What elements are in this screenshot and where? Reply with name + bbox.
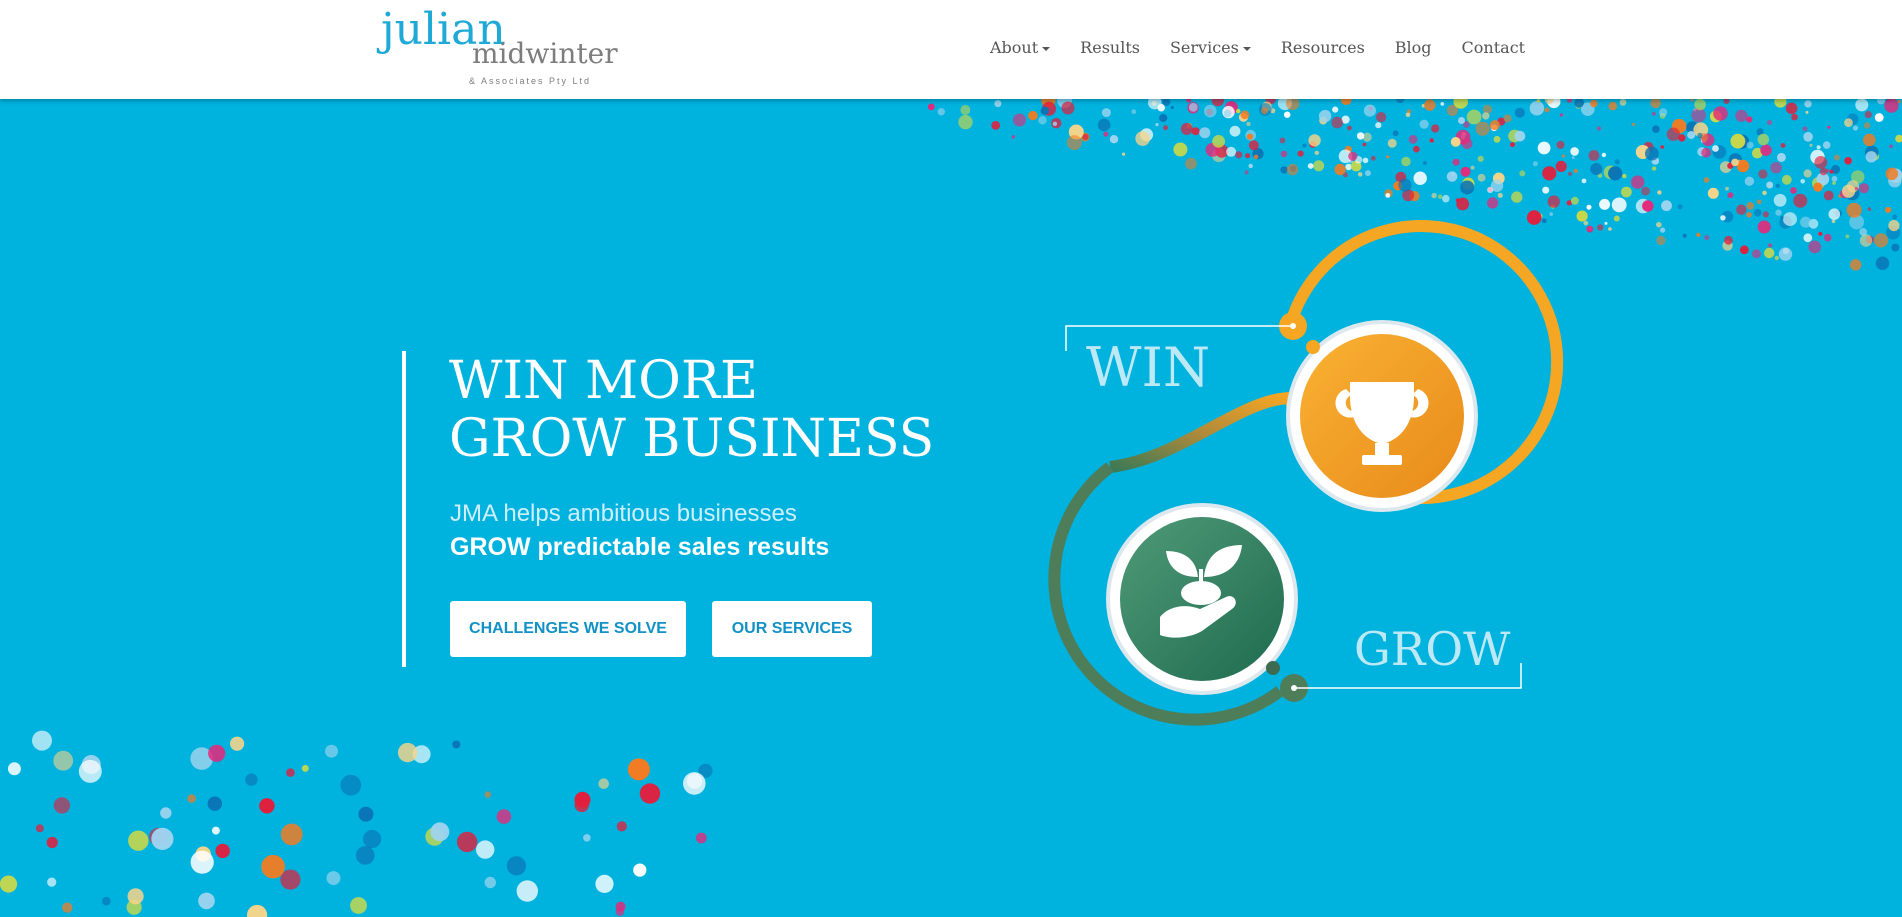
win-grow-graphic: WIN GROW [1048,220,1564,726]
win-label: WIN [1086,336,1210,399]
nav-services-label: Services [1169,38,1239,57]
nav-blog[interactable]: Blog [1395,38,1432,57]
nav-about[interactable]: About [990,38,1051,57]
hero-section: WIN MORE GROW BUSINESS JMA helps ambitio… [0,99,1902,917]
top-navbar: julian midwinter & Associates Pty Ltd Ab… [0,0,1902,99]
main-nav: About Results Services Resources Blog Co… [990,38,1555,57]
chevron-down-icon [1242,46,1251,51]
logo-tagline: & Associates Pty Ltd [469,76,592,86]
nav-about-label: About [990,38,1039,57]
nav-resources[interactable]: Resources [1281,38,1365,57]
nav-results[interactable]: Results [1080,38,1140,57]
logo-line2: midwinter [472,37,618,70]
chevron-down-icon [1042,46,1051,51]
nav-contact[interactable]: Contact [1462,38,1526,57]
site-logo[interactable]: julian midwinter & Associates Pty Ltd [381,8,621,88]
grow-label: GROW [1354,622,1511,676]
nav-services[interactable]: Services [1170,38,1251,57]
